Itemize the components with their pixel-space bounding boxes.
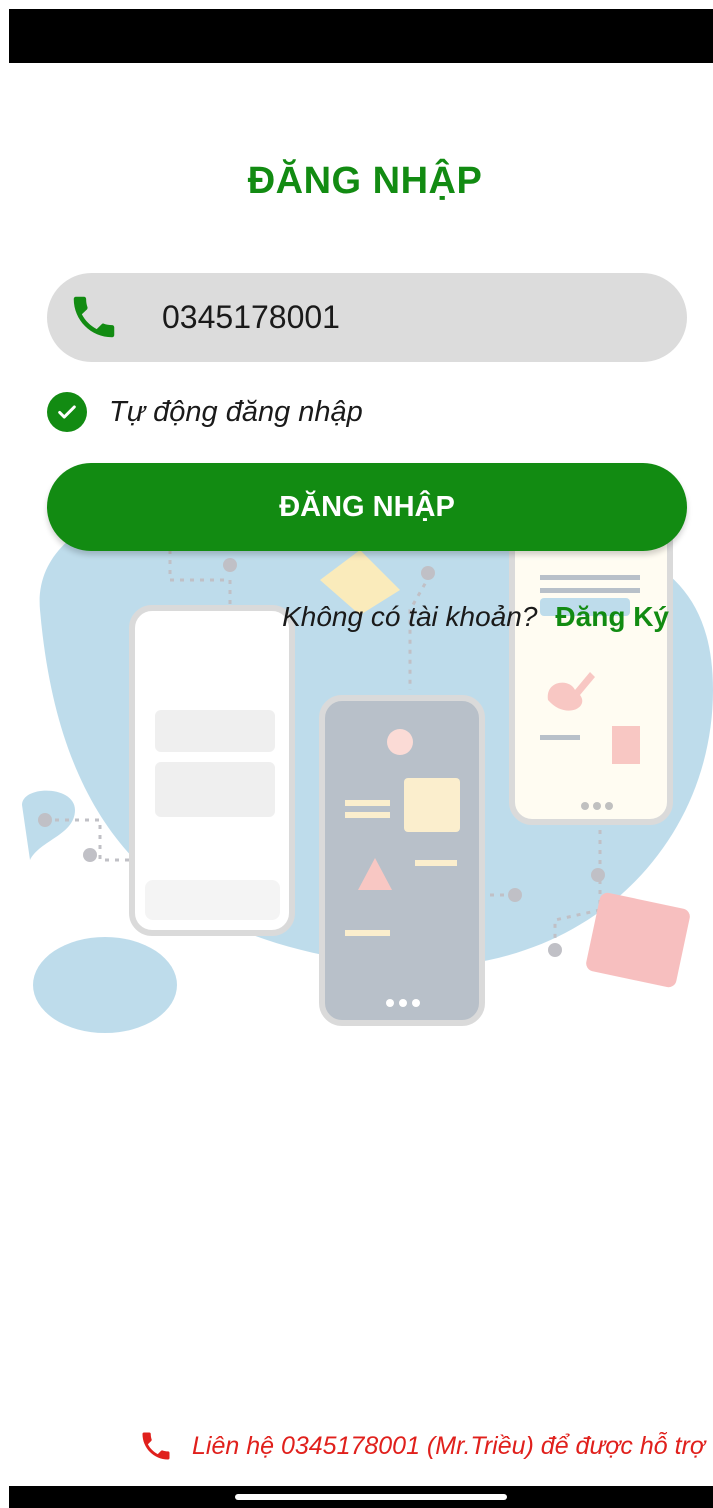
checkmark-icon <box>58 405 76 419</box>
register-link[interactable]: Đăng Ký <box>555 601 669 633</box>
status-bar <box>9 9 713 63</box>
bottom-bar <box>9 1486 713 1508</box>
page-title: ĐĂNG NHẬP <box>247 160 483 202</box>
auto-login-label: Tự động đăng nhập <box>109 395 363 428</box>
register-row: Không có tài khoản? Đăng Ký <box>282 601 669 633</box>
login-screen: ĐĂNG NHẬP Tự động đăng nhập ĐĂNG NHẬP Kh… <box>0 0 713 1508</box>
auto-login-option[interactable]: Tự động đăng nhập <box>47 392 363 432</box>
support-contact[interactable]: Liên hệ 0345178001 (Mr.Triều) để được hỗ… <box>138 1427 705 1465</box>
phone-field[interactable] <box>47 273 687 362</box>
support-text: Liên hệ 0345178001 (Mr.Triều) để được hỗ… <box>191 1431 705 1460</box>
phone-input[interactable] <box>162 273 642 362</box>
phone-icon <box>73 296 115 338</box>
checkbox-checked-icon[interactable] <box>47 392 87 432</box>
phone-icon <box>142 1432 170 1460</box>
login-button[interactable]: ĐĂNG NHẬP <box>47 463 687 551</box>
no-account-text: Không có tài khoản? <box>282 601 538 632</box>
home-indicator[interactable] <box>235 1494 507 1500</box>
